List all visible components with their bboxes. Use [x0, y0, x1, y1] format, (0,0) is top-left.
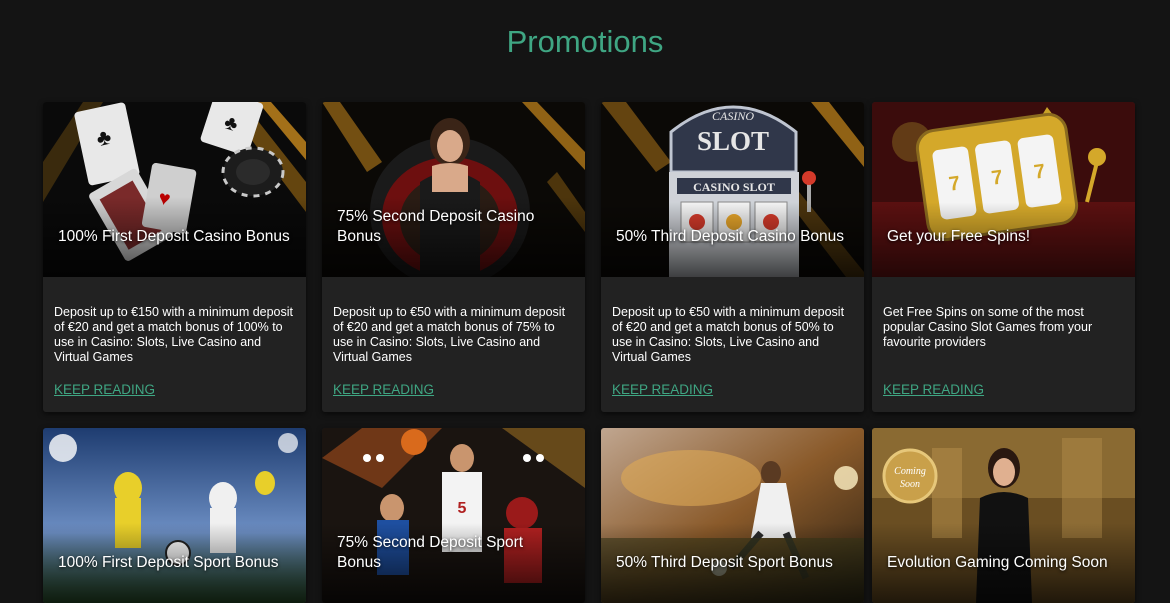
coming-soon-badge-line2: Soon [900, 479, 920, 490]
keep-reading-link[interactable]: KEEP READING [612, 382, 713, 397]
keep-reading-link[interactable]: KEEP READING [883, 382, 984, 397]
promotions-grid: ♣ ♣ ♥ 100% First Deposit [0, 0, 1170, 603]
promo-description: Get Free Spins on some of the most popul… [883, 305, 1093, 349]
slot-panel-label: CASINO SLOT [693, 180, 775, 194]
promo-title: 75% Second Deposit Sport Bonus [337, 534, 524, 571]
playing-cards-image[interactable]: ♣ ♣ ♥ 100% First Deposit [43, 102, 306, 277]
slot-top-label: CASINO [712, 109, 754, 123]
roulette-dealer-image[interactable]: 75% Second Deposit Casino Bonus [322, 102, 585, 277]
promo-description: Deposit up to €50 with a minimum deposit… [333, 305, 566, 364]
keep-reading-link[interactable]: KEEP READING [333, 382, 434, 397]
promo-title: 100% First Deposit Casino Bonus [58, 228, 290, 245]
slot-machine-image[interactable]: CASINO SLOT CASINO SLOT 50% Third Deposi… [601, 102, 864, 277]
svg-text:5: 5 [458, 500, 467, 517]
promo-title: Get your Free Spins! [887, 228, 1031, 245]
promo-description: Deposit up to €150 with a minimum deposi… [54, 305, 294, 364]
promo-card[interactable]: 75% Second Deposit Casino Bonus Deposit … [322, 102, 585, 412]
promo-title: 100% First Deposit Sport Bonus [58, 554, 279, 571]
promo-title: 50% Third Deposit Sport Bonus [616, 554, 833, 571]
keep-reading-link[interactable]: KEEP READING [54, 382, 155, 397]
promo-card[interactable]: 7 7 7 Get your Free Spins! Get Free Spin… [872, 102, 1135, 412]
coming-soon-badge-line1: Coming [894, 466, 926, 477]
promo-title: 75% Second Deposit Casino Bonus [337, 208, 535, 245]
promo-card[interactable]: ♣ ♣ ♥ 100% First Deposit [43, 102, 306, 412]
promo-card[interactable]: CASINO SLOT CASINO SLOT 50% Third Deposi… [601, 102, 864, 412]
promo-title: Evolution Gaming Coming Soon [887, 554, 1108, 571]
golden-slot-image[interactable]: 7 7 7 Get your Free Spins! [872, 102, 1135, 277]
promo-title: 50% Third Deposit Casino Bonus [616, 228, 845, 245]
promo-description: Deposit up to €50 with a minimum deposit… [612, 305, 845, 364]
slot-main-label: SLOT [697, 126, 769, 156]
